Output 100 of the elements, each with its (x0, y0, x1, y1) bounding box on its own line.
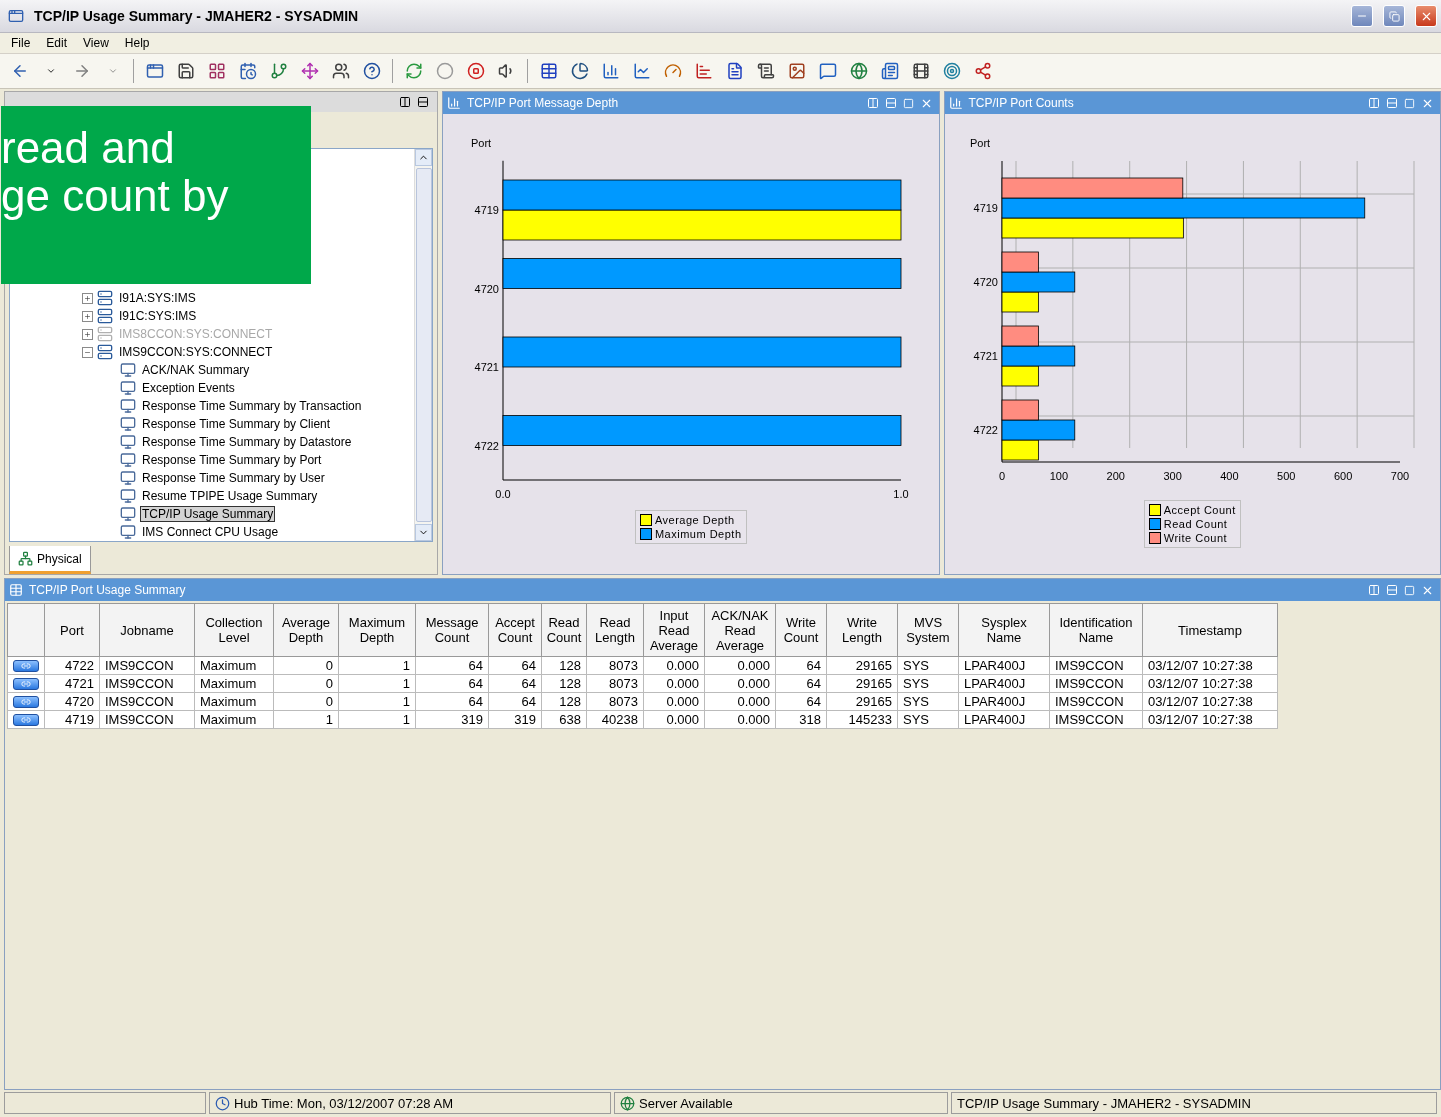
link-button[interactable] (13, 677, 39, 690)
maximize-icon[interactable] (902, 97, 914, 109)
column-header[interactable]: Average Depth (273, 603, 339, 657)
window-icon[interactable] (145, 62, 164, 80)
target-icon[interactable] (942, 62, 961, 80)
table-cell: SYS (897, 674, 959, 693)
users-icon[interactable] (331, 62, 350, 80)
tree-item[interactable]: Response Time Summary by Port (140, 452, 324, 468)
tree-item[interactable]: IMS9CCON:SYS:CONNECT (117, 344, 275, 360)
calendar-icon[interactable] (238, 62, 257, 80)
column-header[interactable]: ACK/NAK Read Average (704, 603, 776, 657)
tree-item[interactable]: Response Time Summary by User (140, 470, 327, 486)
column-header[interactable]: Read Length (586, 603, 644, 657)
globe-icon (620, 1095, 635, 1111)
column-header[interactable]: Collection Level (194, 603, 274, 657)
table-cell: 318 (775, 710, 827, 729)
topology-icon[interactable] (973, 62, 992, 80)
table-cell: IMS9CCON (1049, 692, 1143, 711)
column-header[interactable]: Jobname (99, 603, 195, 657)
link-button[interactable] (13, 695, 39, 708)
column-header[interactable]: Write Count (775, 603, 827, 657)
column-header[interactable]: Accept Count (488, 603, 542, 657)
speech-bubble-icon[interactable] (818, 62, 837, 80)
bar-chart-icon[interactable] (601, 62, 620, 80)
pie-chart-icon[interactable] (570, 62, 589, 80)
tree-item[interactable]: Response Time Summary by Transaction (140, 398, 364, 414)
category-label: 4721 (474, 361, 499, 373)
tree-item[interactable]: I91C:SYS:IMS (117, 308, 199, 324)
column-header[interactable]: Timestamp (1142, 603, 1278, 657)
column-header[interactable]: MVS System (897, 603, 959, 657)
tree-item[interactable]: IMS Connect CPU Usage (140, 524, 281, 540)
table-cell: 319 (415, 710, 489, 729)
tree-icon[interactable] (269, 62, 288, 80)
column-header[interactable]: Message Count (415, 603, 489, 657)
table-cell: 0 (273, 692, 339, 711)
link-button[interactable] (13, 659, 39, 672)
image-icon[interactable] (787, 62, 806, 80)
maximize-icon[interactable] (1404, 97, 1415, 109)
menu-item[interactable]: Edit (39, 36, 75, 50)
tree-item[interactable]: Response Time Summary by Client (140, 416, 333, 432)
menu-item[interactable]: Help (117, 36, 157, 50)
tree-item[interactable]: Resume TPIPE Usage Summary (140, 488, 320, 504)
status-text: TCP/IP Usage Summary - JMAHER2 - SYSADMIN (957, 1095, 1251, 1111)
menu-item[interactable]: File (4, 36, 38, 50)
expand-icon[interactable] (82, 310, 93, 322)
workspace-icon (120, 488, 136, 504)
column-header[interactable]: Sysplex Name (958, 603, 1050, 657)
tick-label: 1.0 (893, 488, 909, 500)
globe-icon[interactable] (849, 62, 868, 80)
line-chart-icon[interactable] (632, 62, 651, 80)
dropdown-icon[interactable] (45, 66, 56, 76)
table-cell: IMS9CCON (99, 692, 195, 711)
column-header[interactable]: Input Read Average (643, 603, 705, 657)
film-icon[interactable] (911, 62, 930, 80)
column-header[interactable]: Maximum Depth (338, 603, 416, 657)
tree-item[interactable]: Response Time Summary by Datastore (140, 434, 354, 450)
minimize-button[interactable] (1351, 5, 1373, 27)
bar-chart-icon[interactable] (694, 62, 713, 80)
category-label: 4720 (474, 282, 499, 295)
tree-item[interactable]: ACK/NAK Summary (140, 362, 252, 378)
column-header[interactable]: Port (44, 603, 100, 657)
restore-button[interactable] (1383, 5, 1405, 27)
column-header[interactable]: Read Count (541, 603, 587, 657)
link-icon (21, 678, 31, 689)
menu-item[interactable]: View (76, 36, 116, 50)
close-button[interactable] (1415, 5, 1437, 27)
column-header[interactable]: Write Length (826, 603, 898, 657)
table-cell: 1 (338, 656, 416, 675)
tile-vertical-icon[interactable] (399, 96, 411, 108)
tick-label: 400 (1220, 470, 1239, 482)
tick-label: 100 (1049, 470, 1069, 482)
tree-item[interactable]: TCP/IP Usage Summary (140, 506, 276, 522)
expand-icon[interactable] (82, 328, 93, 340)
gauge-icon[interactable] (663, 62, 682, 80)
navigator-tab[interactable]: Physical (9, 546, 91, 574)
tree-item[interactable]: I91A:SYS:IMS (117, 290, 198, 306)
move-icon[interactable] (300, 62, 319, 80)
category-label: 4720 (973, 276, 999, 288)
circle-icon[interactable] (435, 62, 454, 80)
save-icon[interactable] (176, 62, 195, 80)
document-icon[interactable] (725, 62, 744, 80)
table-cell: 8073 (586, 656, 644, 675)
help-icon[interactable] (362, 62, 381, 80)
collapse-icon[interactable] (82, 346, 93, 358)
expand-icon[interactable] (82, 292, 93, 304)
table-cell: 0.000 (704, 710, 776, 729)
table-icon[interactable] (539, 62, 558, 80)
status-text: Server Available (639, 1095, 733, 1111)
workspace-icon (120, 524, 136, 540)
notepad-icon[interactable] (756, 62, 775, 80)
link-button[interactable] (13, 713, 39, 726)
refresh-icon[interactable] (404, 62, 423, 80)
table-icon (9, 583, 23, 597)
grid-icon[interactable] (207, 62, 226, 80)
column-header[interactable]: Identification Name (1049, 603, 1143, 657)
tile-horizontal-icon[interactable] (417, 96, 429, 108)
tree-item[interactable]: Exception Events (140, 380, 237, 396)
category-label: 4721 (973, 350, 999, 362)
maximize-icon[interactable] (1404, 584, 1415, 596)
stop-icon[interactable] (466, 62, 485, 80)
